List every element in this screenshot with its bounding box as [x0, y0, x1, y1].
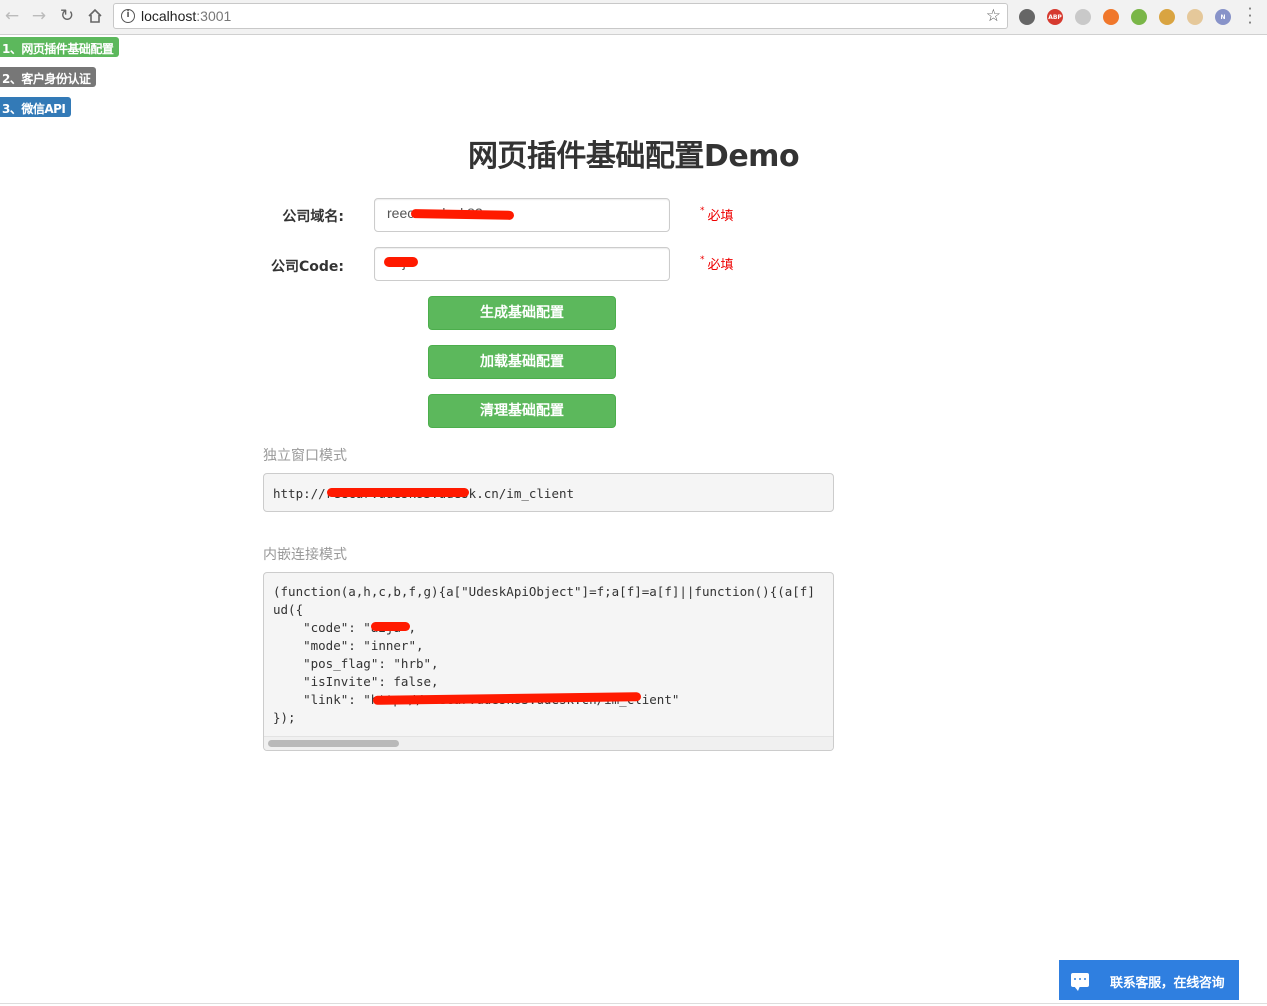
arrow-left-icon[interactable]: ← — [1, 5, 23, 27]
side-nav-wechat-api[interactable]: 3、微信API — [0, 97, 72, 117]
url-host: localhost — [141, 8, 197, 24]
code-required-note: * 必填 — [700, 255, 734, 273]
horizontal-scrollbar[interactable] — [264, 736, 833, 750]
scrollbar-thumb[interactable] — [268, 740, 399, 747]
reload-icon[interactable]: ↻ — [56, 5, 78, 27]
domain-label: 公司域名: — [282, 209, 344, 225]
bookmark-star-icon[interactable]: ☆ — [986, 6, 1001, 26]
load-config-button[interactable]: 加载基础配置 — [428, 345, 616, 379]
side-nav-customer-auth[interactable]: 2、客户身份认证 — [0, 67, 97, 87]
address-bar[interactable]: i localhost:3001 ☆ — [113, 3, 1008, 29]
page-title: 网页插件基础配置Demo — [467, 139, 800, 174]
code-line: }); — [273, 710, 296, 725]
chat-widget-label: 联系客服，在线咨询 — [1110, 976, 1225, 991]
embedded-code-box[interactable]: (function(a,h,c,b,f,g){a["UdeskApiObject… — [263, 572, 834, 751]
extension-icon-3[interactable] — [1075, 9, 1091, 25]
code-required-text: 必填 — [707, 258, 734, 273]
chat-bubble-icon — [1071, 973, 1089, 991]
browser-toolbar: ← → ↻ i localhost:3001 ☆ ABP N · · · — [0, 0, 1267, 35]
info-icon[interactable]: i — [121, 9, 135, 23]
side-nav-basic-config[interactable]: 1、网页插件基础配置 — [0, 37, 120, 57]
redaction-mark — [384, 257, 418, 267]
code-line: "pos_flag": "hrb", — [273, 656, 439, 671]
page-bottom-divider — [0, 1003, 1267, 1004]
domain-required-text: 必填 — [707, 209, 734, 224]
adblock-extension-icon[interactable]: ABP — [1047, 9, 1063, 25]
cookie-extension-icon[interactable] — [1159, 9, 1175, 25]
code-line: "mode": "inner", — [273, 638, 424, 653]
clear-config-button[interactable]: 清理基础配置 — [428, 394, 616, 428]
arrow-right-icon[interactable]: → — [28, 5, 50, 27]
code-line: (function(a,h,c,b,f,g){a["UdeskApiObject… — [273, 584, 815, 599]
extension-icon-8[interactable]: N — [1215, 9, 1231, 25]
generate-config-button[interactable]: 生成基础配置 — [428, 296, 616, 330]
redaction-mark — [327, 488, 469, 497]
redaction-mark — [371, 622, 410, 631]
standalone-mode-label: 独立窗口模式 — [263, 448, 347, 464]
redaction-mark — [410, 209, 515, 220]
extension-icon-5[interactable] — [1131, 9, 1147, 25]
extension-icon-4[interactable] — [1103, 9, 1119, 25]
code-label: 公司Code: — [270, 259, 344, 275]
code-line: "isInvite": false, — [273, 674, 439, 689]
embedded-mode-label: 内嵌连接模式 — [263, 547, 347, 563]
url-text: localhost:3001 — [141, 8, 231, 24]
menu-dots-icon[interactable]: · · · — [1244, 2, 1256, 31]
code-line: ud({ — [273, 602, 304, 617]
home-icon[interactable] — [84, 5, 106, 27]
puzzle-extension-icon[interactable] — [1019, 9, 1035, 25]
chat-widget-button[interactable]: 联系客服，在线咨询 — [1059, 960, 1239, 1000]
domain-required-note: * 必填 — [700, 206, 734, 224]
code-line: "code": "a2ja", — [273, 620, 416, 635]
cookie-extension-icon-2[interactable] — [1187, 9, 1203, 25]
code-input[interactable]: a2ja — [374, 247, 670, 281]
url-port: :3001 — [196, 8, 232, 24]
